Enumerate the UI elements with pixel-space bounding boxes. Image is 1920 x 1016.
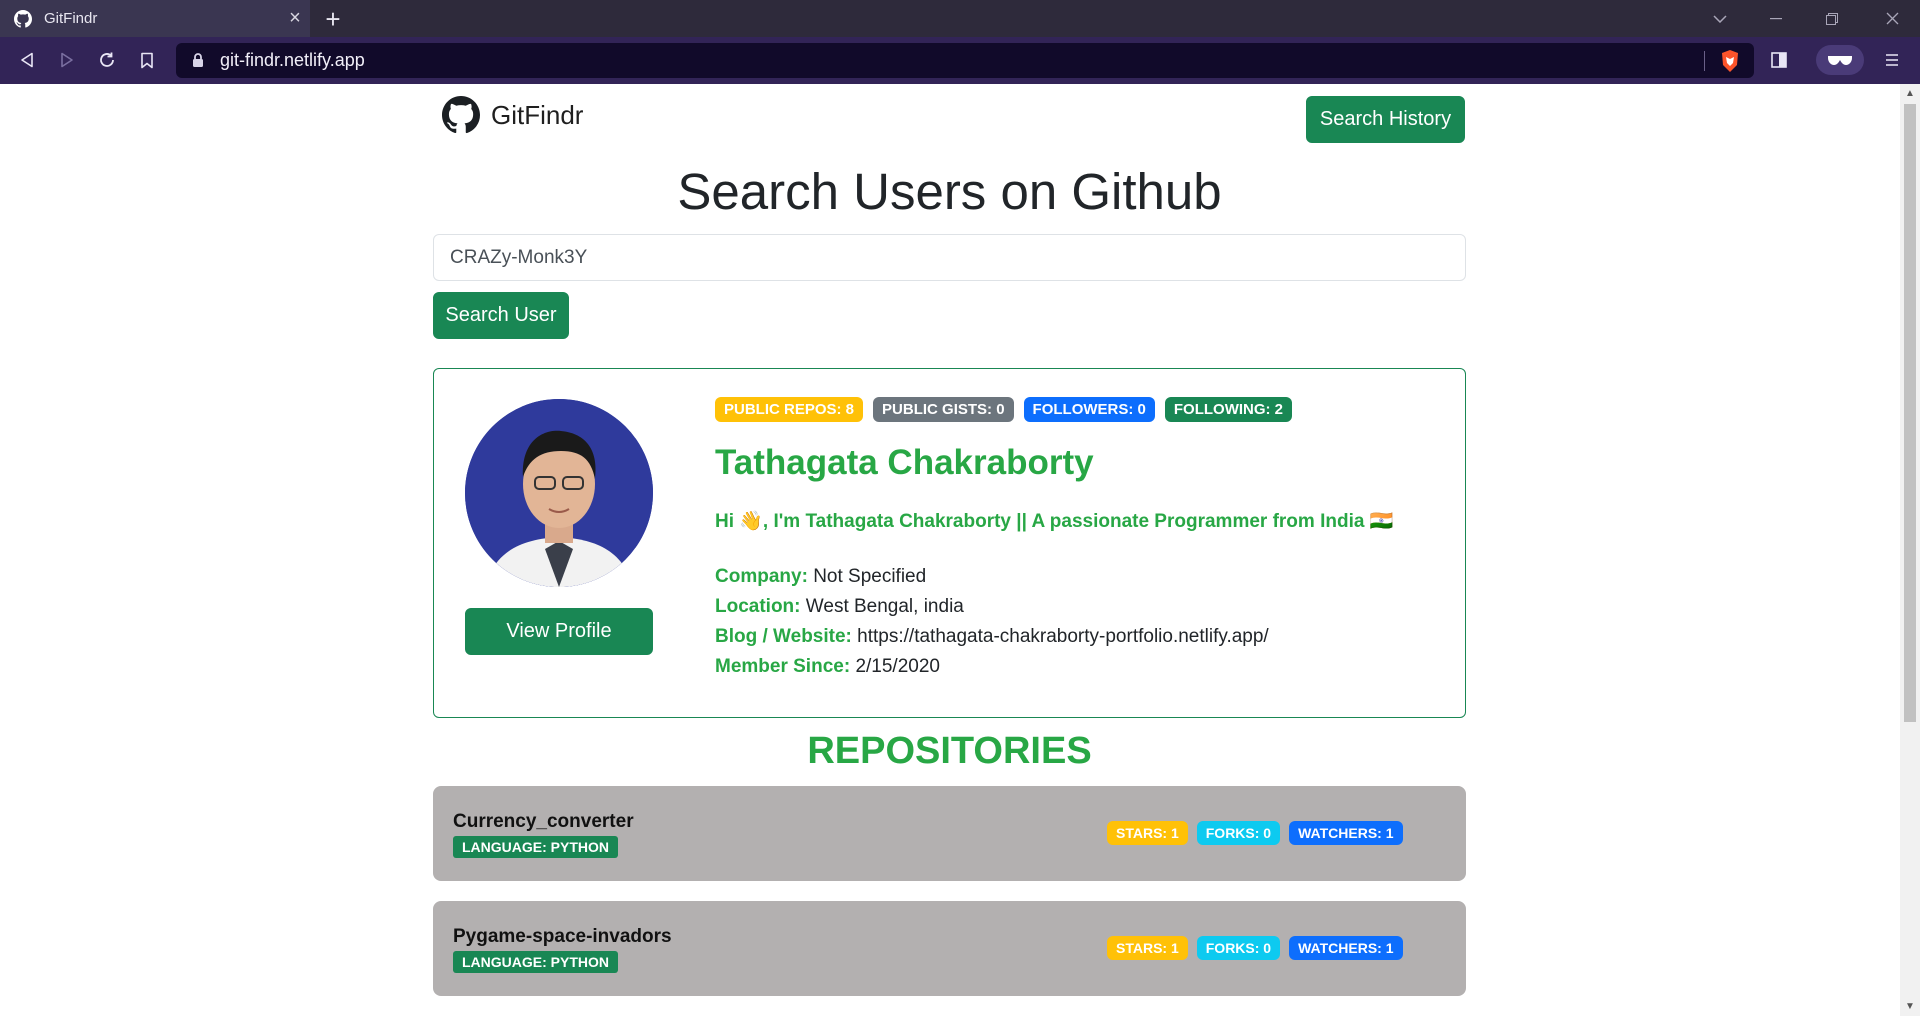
github-logo-icon — [442, 96, 480, 134]
profile-card: View Profile PUBLIC REPOS: 8 PUBLIC GIST… — [433, 368, 1466, 718]
followers-badge: FOLLOWERS: 0 — [1023, 397, 1155, 422]
company-row: Company: Not Specified — [715, 562, 1269, 592]
forks-badge: FORKS: 0 — [1196, 821, 1281, 845]
url-separator — [1704, 51, 1705, 71]
blog-value: https://tathagata-chakraborty-portfolio.… — [857, 626, 1269, 647]
github-favicon-icon — [14, 9, 32, 28]
repo-card[interactable]: Pygame-space-invadors LANGUAGE: PYTHON S… — [433, 901, 1466, 996]
page-viewport: GitFindr Search History Search Users on … — [0, 84, 1900, 1016]
brand-name: GitFindr — [491, 99, 584, 130]
brave-shield-icon[interactable] — [1718, 49, 1742, 73]
private-glasses-icon[interactable] — [1816, 45, 1864, 75]
search-user-button[interactable]: Search User — [433, 292, 569, 339]
blog-label: Blog / Website: — [715, 626, 852, 647]
tab-title: GitFindr — [44, 10, 98, 27]
repo-name: Currency_converter — [453, 811, 634, 832]
search-history-button[interactable]: Search History — [1306, 96, 1465, 143]
repo-language-badge: LANGUAGE: PYTHON — [453, 836, 618, 858]
scrollbar-thumb[interactable] — [1904, 104, 1916, 722]
stars-badge: STARS: 1 — [1107, 936, 1188, 960]
location-value: West Bengal, india — [805, 596, 964, 617]
close-window-icon[interactable] — [1864, 0, 1920, 37]
browser-toolbar: git-findr.netlify.app — [0, 37, 1920, 84]
forward-icon[interactable] — [52, 45, 82, 75]
sidebar-toggle-icon[interactable] — [1763, 45, 1795, 75]
member-since-row: Member Since: 2/15/2020 — [715, 652, 1269, 682]
repo-badges: STARS: 1 FORKS: 0 WATCHERS: 1 — [1107, 936, 1403, 960]
member-since-label: Member Since: — [715, 656, 851, 677]
lock-icon — [192, 52, 206, 69]
company-label: Company: — [715, 566, 808, 587]
public-gists-badge: PUBLIC GISTS: 0 — [873, 397, 1014, 422]
minimize-icon[interactable] — [1748, 0, 1804, 37]
view-profile-button[interactable]: View Profile — [465, 608, 653, 655]
scroll-up-arrow-icon[interactable]: ▲ — [1900, 88, 1920, 99]
location-label: Location: — [715, 596, 801, 617]
user-bio: Hi 👋, I'm Tathagata Chakraborty || A pas… — [715, 511, 1394, 532]
company-value: Not Specified — [813, 566, 927, 587]
public-repos-badge: PUBLIC REPOS: 8 — [715, 397, 864, 422]
search-input[interactable]: CRAZy-Monk3Y — [433, 234, 1466, 281]
reload-icon[interactable] — [92, 45, 122, 75]
following-badge: FOLLOWING: 2 — [1164, 397, 1293, 422]
location-row: Location: West Bengal, india — [715, 592, 1269, 622]
user-name: Tathagata Chakraborty — [715, 443, 1094, 482]
restore-icon[interactable] — [1804, 0, 1860, 37]
user-info: Company: Not Specified Location: West Be… — [715, 562, 1269, 682]
repo-badges: STARS: 1 FORKS: 0 WATCHERS: 1 — [1107, 821, 1403, 845]
stars-badge: STARS: 1 — [1107, 821, 1188, 845]
repo-name: Pygame-space-invadors — [453, 926, 672, 947]
repo-card[interactable]: Currency_converter LANGUAGE: PYTHON STAR… — [433, 786, 1466, 881]
browser-tab[interactable]: GitFindr × — [0, 0, 310, 37]
tab-close-icon[interactable]: × — [280, 7, 310, 30]
browser-tab-bar: GitFindr × + — [0, 0, 1920, 37]
blog-row: Blog / Website: https://tathagata-chakra… — [715, 622, 1269, 652]
address-bar[interactable]: git-findr.netlify.app — [176, 43, 1754, 78]
menu-hamburger-icon[interactable] — [1876, 45, 1908, 75]
page-title: Search Users on Github — [677, 163, 1222, 220]
watchers-badge: WATCHERS: 1 — [1289, 821, 1403, 845]
member-since-value: 2/15/2020 — [855, 656, 940, 677]
main-container: GitFindr Search History Search Users on … — [433, 84, 1466, 996]
repo-language-badge: LANGUAGE: PYTHON — [453, 951, 618, 973]
url-text: git-findr.netlify.app — [220, 50, 365, 70]
avatar — [465, 399, 653, 587]
bookmark-icon[interactable] — [132, 45, 162, 75]
search-input-value: CRAZy-Monk3Y — [450, 246, 588, 268]
tab-list-chevron-icon[interactable] — [1692, 0, 1748, 37]
watchers-badge: WATCHERS: 1 — [1289, 936, 1403, 960]
brand-link[interactable]: GitFindr — [442, 96, 583, 134]
back-icon[interactable] — [12, 45, 42, 75]
page-scrollbar[interactable]: ▲ ▼ — [1900, 84, 1920, 1016]
repositories-heading: REPOSITORIES — [807, 730, 1092, 772]
new-tab-plus-icon[interactable]: + — [318, 4, 348, 34]
scroll-down-arrow-icon[interactable]: ▼ — [1900, 1001, 1920, 1012]
profile-badges: PUBLIC REPOS: 8 PUBLIC GISTS: 0 FOLLOWER… — [715, 397, 1293, 422]
forks-badge: FORKS: 0 — [1196, 936, 1281, 960]
